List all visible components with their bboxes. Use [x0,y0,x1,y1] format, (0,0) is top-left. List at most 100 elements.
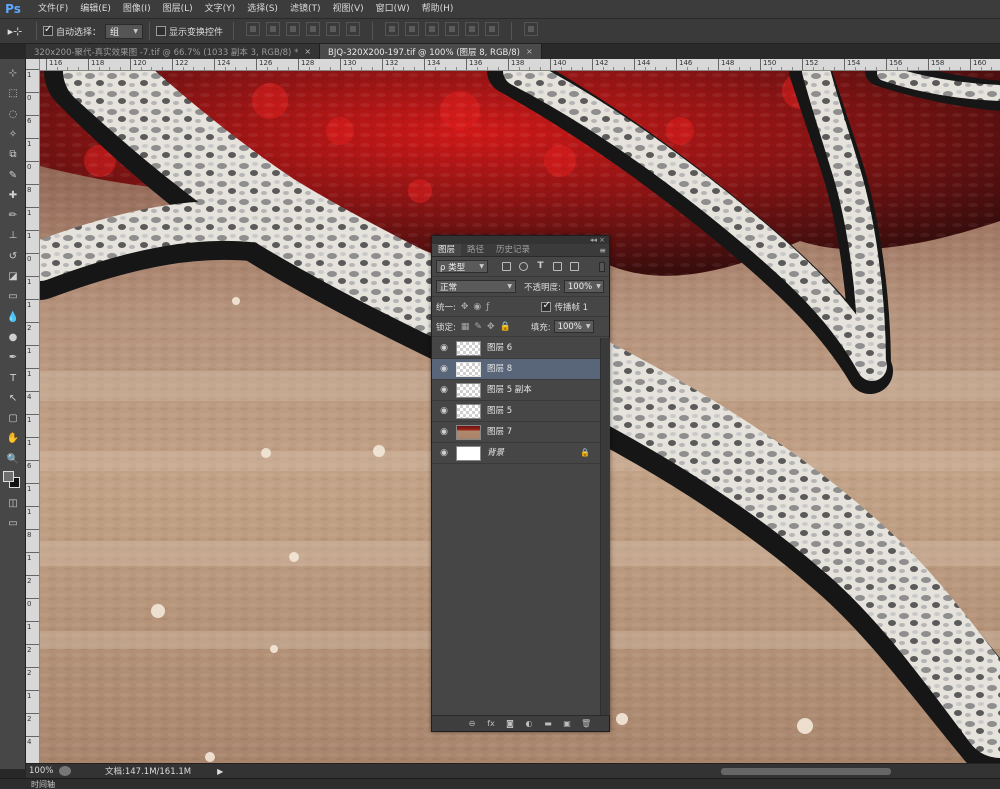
eye-icon[interactable]: ◉ [439,447,449,459]
timeline-panel-bar[interactable]: 时间轴 [0,778,1000,789]
unify-style-icon[interactable]: ƒ [486,302,489,312]
menu-item[interactable]: 帮助(H) [416,0,460,18]
unify-position-icon[interactable]: ✥ [461,302,469,312]
distribute-bottom-icon[interactable] [425,22,440,36]
align-top-icon[interactable] [246,22,261,36]
history-brush-icon[interactable]: ↺ [3,248,23,265]
magic-wand-icon[interactable]: ✧ [3,126,23,143]
unify-visibility-icon[interactable]: ◉ [473,302,481,312]
rectangle-shape-icon[interactable]: ▢ [3,410,23,427]
eye-icon[interactable]: ◉ [439,363,449,375]
lasso-icon[interactable]: ◌ [3,106,23,123]
menu-item[interactable]: 窗口(W) [370,0,416,18]
eye-icon[interactable]: ◉ [439,384,449,396]
auto-select-target-dropdown[interactable]: 组 ▼ [105,23,144,39]
filter-adjustment-icon[interactable] [519,262,528,271]
close-icon[interactable]: × [526,47,533,56]
distribute-top-icon[interactable] [385,22,400,36]
new-layer-icon[interactable]: ▣ [562,719,572,728]
lock-all-icon[interactable]: 🔒 [499,322,510,332]
eye-icon[interactable]: ◉ [439,405,449,417]
link-layers-icon[interactable]: ⊖ [467,719,477,728]
panel-menu-icon[interactable]: ≡ [599,244,606,257]
menu-item[interactable]: 滤镜(T) [284,0,327,18]
clone-stamp-icon[interactable]: ⊥ [3,227,23,244]
hand-icon[interactable]: ✋ [3,430,23,447]
layer-name[interactable]: 图层 5 [487,401,512,422]
dodge-icon[interactable]: ● [3,329,23,346]
layer-name[interactable]: 背景 [487,443,504,464]
move-tool-preset-icon[interactable]: ▸⊹ [0,25,30,38]
collapse-panel-icon[interactable]: ◂◂ × [590,236,605,244]
type-icon[interactable]: T [3,370,23,387]
gradient-icon[interactable]: ▭ [3,288,23,305]
layers-scrollbar[interactable] [600,338,610,715]
distribute-left-icon[interactable] [445,22,460,36]
screen-mode-icon[interactable]: ▭ [3,515,23,532]
layer-row[interactable]: ◉ 图层 5 [432,401,600,422]
eyedropper-icon[interactable]: ✎ [3,167,23,184]
layer-name[interactable]: 图层 5 副本 [487,380,532,401]
horizontal-scrollbar[interactable] [721,768,891,775]
adjustment-layer-icon[interactable]: ◐ [524,719,534,728]
menu-item[interactable]: 编辑(E) [74,0,117,18]
align-bottom-icon[interactable] [286,22,301,36]
blend-mode-dropdown[interactable]: 正常 ▼ [436,280,516,293]
opacity-field[interactable]: 100% ▼ [563,280,604,293]
healing-brush-icon[interactable]: ✚ [3,187,23,204]
layer-row[interactable]: ◉ 图层 7 [432,422,600,443]
align-hcenter-icon[interactable] [326,22,341,36]
filter-pixel-icon[interactable] [502,262,511,271]
layer-row[interactable]: ◉ 图层 6 [432,338,600,359]
menu-item[interactable]: 文件(F) [32,0,74,18]
menu-item[interactable]: 图层(L) [157,0,199,18]
panel-tab[interactable]: 历史记录 [490,244,536,256]
zoom-nav-icon[interactable] [59,766,71,776]
layer-row[interactable]: ◉ 图层 5 副本 [432,380,600,401]
crop-icon[interactable]: ⧉ [3,146,23,163]
filter-type-icon[interactable]: T [536,262,545,271]
align-left-icon[interactable] [306,22,321,36]
lock-transparent-icon[interactable]: ▦ [461,322,470,332]
align-right-icon[interactable] [346,22,361,36]
propagate-frame-checkbox[interactable] [541,300,552,312]
quick-mask-icon[interactable]: ◫ [3,495,23,512]
layer-name[interactable]: 图层 8 [487,359,512,380]
move-icon[interactable]: ⊹ [3,65,23,82]
layer-row[interactable]: ◉ 图层 8 [432,359,600,380]
distribute-hcenter-icon[interactable] [465,22,480,36]
eraser-icon[interactable]: ◪ [3,268,23,285]
brush-icon[interactable]: ✏ [3,207,23,224]
menu-item[interactable]: 图像(I) [117,0,157,18]
marquee-icon[interactable]: ⬚ [3,85,23,102]
filter-smart-object-icon[interactable] [570,262,579,271]
eye-icon[interactable]: ◉ [439,342,449,354]
blur-icon[interactable]: 💧 [3,309,23,326]
fx-icon[interactable]: fx [486,719,496,728]
filter-shape-icon[interactable] [553,262,562,271]
menu-item[interactable]: 选择(S) [241,0,284,18]
eye-icon[interactable]: ◉ [439,426,449,438]
distribute-right-icon[interactable] [485,22,500,36]
delete-layer-icon[interactable]: 🗑 [581,719,591,728]
path-selection-icon[interactable]: ↖ [3,390,23,407]
layer-name[interactable]: 图层 6 [487,338,512,359]
document-tab[interactable]: 320x200-聚代-真实效果图 -7.tif @ 66.7% (1033 副本… [26,44,321,59]
distribute-vcenter-icon[interactable] [405,22,420,36]
document-tab[interactable]: BJQ-320X200-197.tif @ 100% (图层 8, RGB/8)… [320,44,542,59]
layer-name[interactable]: 图层 7 [487,422,512,443]
layer-row[interactable]: ◉ 背景 🔒 [432,443,600,464]
auto-align-icon[interactable] [524,22,539,36]
panel-tab[interactable]: 图层 [432,244,462,256]
new-group-icon[interactable]: ▬ [543,719,553,728]
zoom-icon[interactable]: 🔍 [3,451,23,468]
lock-image-icon[interactable]: ✎ [474,322,482,332]
auto-select-checkbox[interactable] [43,24,53,36]
menu-item[interactable]: 视图(V) [326,0,369,18]
zoom-level[interactable]: 100% [29,766,59,776]
foreground-color-swatch[interactable] [3,471,14,482]
add-mask-icon[interactable]: ◙ [505,719,515,728]
filter-toggle-switch[interactable] [599,262,605,272]
align-vcenter-icon[interactable] [266,22,281,36]
lock-position-icon[interactable]: ✥ [487,322,495,332]
